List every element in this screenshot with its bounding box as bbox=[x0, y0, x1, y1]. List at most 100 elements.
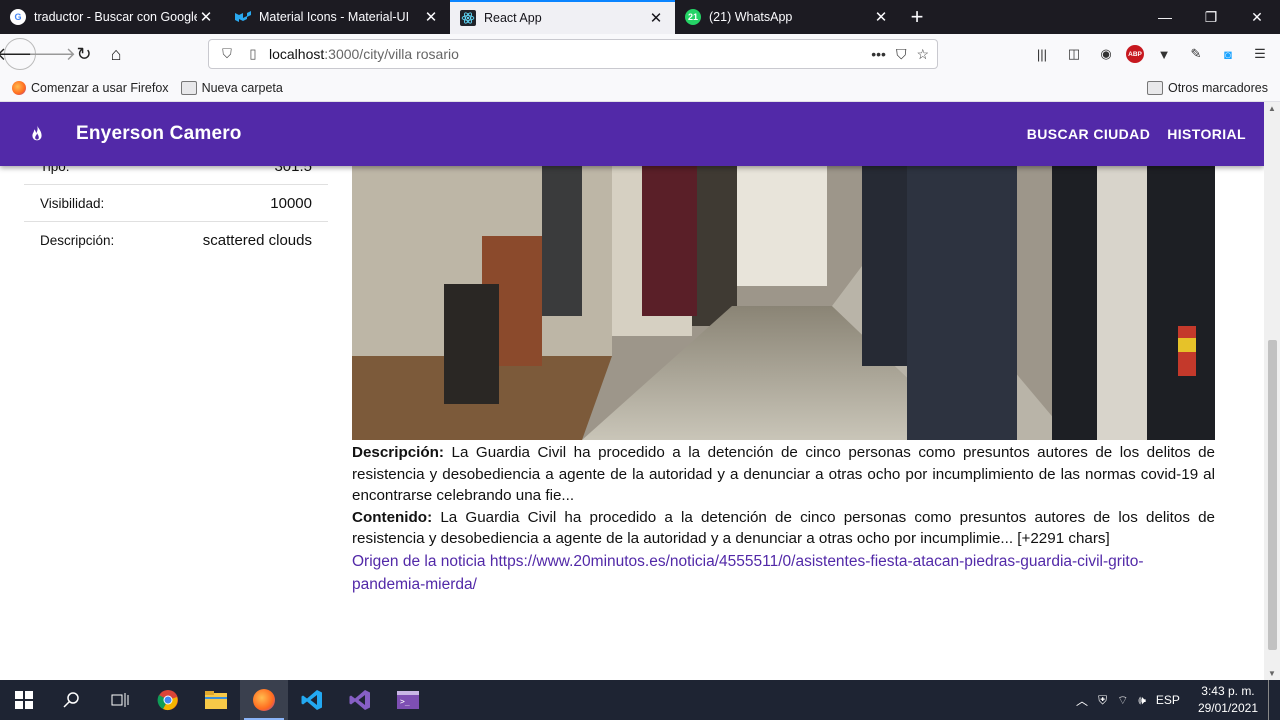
app-nav: BUSCAR CIUDAD HISTORIAL bbox=[1027, 126, 1246, 142]
system-tray: ︿ ⛨ ⌔ 🕪 ESP 3:43 p. m. 29/01/2021 bbox=[1076, 680, 1274, 720]
show-hidden-icons-icon[interactable]: ︿ bbox=[1076, 692, 1088, 709]
color-picker-icon[interactable]: ✎ bbox=[1184, 38, 1208, 70]
url-path: :3000/city/villa rosario bbox=[324, 46, 459, 62]
content-label: Contenido: bbox=[352, 508, 433, 526]
scroll-up-icon[interactable]: ▲ bbox=[1266, 104, 1278, 113]
clock-date: 29/01/2021 bbox=[1197, 701, 1258, 715]
page-viewport: Enyerson Camero BUSCAR CIUDAD HISTORIAL … bbox=[0, 102, 1264, 680]
google-icon: G bbox=[10, 9, 26, 25]
tab-whatsapp[interactable]: 21 (21) WhatsApp ✕ bbox=[675, 0, 900, 34]
close-tab-icon[interactable]: ✕ bbox=[197, 8, 215, 26]
tracking-protection-icon[interactable]: ⛉ bbox=[217, 46, 237, 62]
description-text: La Guardia Civil ha procedido a la deten… bbox=[352, 444, 1215, 504]
firefox-icon[interactable] bbox=[240, 680, 288, 720]
description-label: Descripción: bbox=[352, 444, 444, 461]
notifications-icon[interactable] bbox=[1268, 680, 1274, 720]
app-title: Enyerson Camero bbox=[76, 123, 242, 144]
browser-nav-bar: 🡐 🡒 ↻ ⌂ ⛉ ▯ localhost :3000/city/villa r… bbox=[0, 34, 1280, 74]
vpn-icon[interactable]: ▼ bbox=[1152, 38, 1176, 70]
news-content: Contenido: La Guardia Civil ha procedido… bbox=[352, 507, 1215, 550]
page-info-icon[interactable]: ▯ bbox=[243, 46, 263, 62]
terminal-icon[interactable]: >_ bbox=[384, 680, 432, 720]
wifi-icon[interactable]: ⌔ bbox=[1117, 693, 1128, 708]
page-scrollbar[interactable]: ▲ ▼ bbox=[1264, 102, 1280, 680]
toolbar-icons: ||| ◫ ◉ ABP ▼ ✎ ◙ ☰ bbox=[1030, 38, 1272, 70]
weather-value: scattered clouds bbox=[202, 232, 312, 249]
nav-buscar-ciudad-button[interactable]: BUSCAR CIUDAD bbox=[1027, 126, 1150, 142]
clock-time: 3:43 p. m. bbox=[1201, 684, 1255, 698]
reload-button[interactable]: ↻ bbox=[68, 38, 100, 70]
taskbar-clock[interactable]: 3:43 p. m. 29/01/2021 bbox=[1198, 683, 1258, 717]
tab-title: (21) WhatsApp bbox=[709, 10, 793, 24]
home-button[interactable]: ⌂ bbox=[100, 38, 132, 70]
bookmark-item[interactable]: Nueva carpeta bbox=[180, 80, 283, 95]
restore-icon[interactable]: ❐ bbox=[1188, 0, 1234, 34]
account-icon[interactable]: ◉ bbox=[1094, 38, 1118, 70]
close-window-icon[interactable]: ✕ bbox=[1234, 0, 1280, 34]
library-icon[interactable]: ||| bbox=[1030, 38, 1054, 70]
news-image bbox=[352, 166, 1215, 440]
other-bookmarks-label: Otros marcadores bbox=[1167, 80, 1268, 95]
folder-icon bbox=[1146, 80, 1163, 95]
pocket-icon[interactable]: ⛉ bbox=[896, 46, 907, 63]
search-icon[interactable] bbox=[48, 680, 96, 720]
weather-row: Descripción: scattered clouds bbox=[24, 222, 328, 259]
chrome-icon[interactable] bbox=[144, 680, 192, 720]
material-ui-icon bbox=[235, 9, 251, 25]
menu-icon[interactable]: ☰ bbox=[1248, 38, 1272, 70]
file-explorer-icon[interactable] bbox=[192, 680, 240, 720]
react-icon bbox=[460, 10, 476, 26]
windows-start-icon[interactable] bbox=[0, 680, 48, 720]
tab-material-icons[interactable]: Material Icons - Material-UI ✕ bbox=[225, 0, 450, 34]
bookmark-star-icon[interactable]: ☆ bbox=[916, 46, 929, 63]
bookmark-label: Nueva carpeta bbox=[201, 80, 283, 95]
news-description: Descripción: La Guardia Civil ha procedi… bbox=[352, 442, 1215, 507]
app-bar: Enyerson Camero BUSCAR CIUDAD HISTORIAL bbox=[0, 102, 1264, 166]
news-article: Descripción: La Guardia Civil ha procedi… bbox=[352, 442, 1215, 596]
forward-button[interactable]: 🡒 bbox=[28, 38, 76, 70]
firefox-icon bbox=[12, 80, 26, 95]
news-source-link[interactable]: Origen de la noticia https://www.20minut… bbox=[352, 550, 1215, 596]
windows-taskbar: >_ ︿ ⛨ ⌔ 🕪 ESP 3:43 p. m. 29/01/2021 bbox=[0, 680, 1280, 720]
weather-value: 10000 bbox=[270, 194, 312, 212]
sidebar-icon[interactable]: ◫ bbox=[1062, 38, 1086, 70]
other-bookmarks[interactable]: Otros marcadores bbox=[1146, 80, 1268, 95]
tab-title: React App bbox=[484, 11, 542, 25]
nav-historial-button[interactable]: HISTORIAL bbox=[1167, 126, 1246, 142]
minimize-icon[interactable]: — bbox=[1142, 0, 1188, 34]
visual-studio-icon[interactable] bbox=[336, 680, 384, 720]
tab-google[interactable]: G traductor - Buscar con Google ✕ bbox=[0, 0, 225, 34]
volume-icon[interactable]: 🕪 bbox=[1138, 693, 1146, 708]
fire-icon[interactable] bbox=[26, 123, 48, 145]
content-text: La Guardia Civil ha procedido a la deten… bbox=[352, 508, 1215, 548]
language-indicator[interactable]: ESP bbox=[1156, 693, 1180, 707]
scroll-down-icon[interactable]: ▼ bbox=[1266, 669, 1278, 678]
close-tab-icon[interactable]: ✕ bbox=[422, 8, 440, 26]
folder-icon bbox=[180, 80, 197, 95]
window-controls: — ❐ ✕ bbox=[1142, 0, 1280, 34]
scrollbar-thumb[interactable] bbox=[1268, 340, 1277, 650]
tab-react-app[interactable]: React App ✕ bbox=[450, 0, 675, 34]
close-tab-icon[interactable]: ✕ bbox=[872, 8, 890, 26]
svg-text:>_: >_ bbox=[400, 697, 410, 706]
browser-tab-strip: G traductor - Buscar con Google ✕ Materi… bbox=[0, 0, 1280, 34]
whatsapp-icon: 21 bbox=[685, 9, 701, 25]
weather-label: Visibilidad: bbox=[40, 195, 105, 211]
bookmark-label: Comenzar a usar Firefox bbox=[31, 80, 169, 95]
close-tab-icon[interactable]: ✕ bbox=[647, 9, 665, 27]
weather-row: Visibilidad: 10000 bbox=[24, 185, 328, 222]
url-host: localhost bbox=[269, 46, 325, 62]
security-icon[interactable]: ⛨ bbox=[1098, 693, 1107, 708]
vscode-icon[interactable] bbox=[288, 680, 336, 720]
bookmark-item[interactable]: Comenzar a usar Firefox bbox=[12, 80, 169, 95]
new-tab-button[interactable]: + bbox=[900, 0, 934, 34]
tab-title: traductor - Buscar con Google bbox=[34, 10, 197, 24]
bookmarks-bar: Comenzar a usar Firefox Nueva carpeta Ot… bbox=[0, 74, 1280, 102]
tab-title: Material Icons - Material-UI bbox=[259, 10, 410, 24]
task-view-icon[interactable] bbox=[96, 680, 144, 720]
url-bar[interactable]: ⛉ ▯ localhost :3000/city/villa rosario •… bbox=[208, 39, 938, 69]
page-actions-icon[interactable]: ••• bbox=[871, 46, 886, 63]
weather-label: Descripción: bbox=[40, 233, 115, 248]
extension-icon[interactable]: ◙ bbox=[1216, 38, 1240, 70]
adblock-icon[interactable]: ABP bbox=[1126, 45, 1144, 63]
